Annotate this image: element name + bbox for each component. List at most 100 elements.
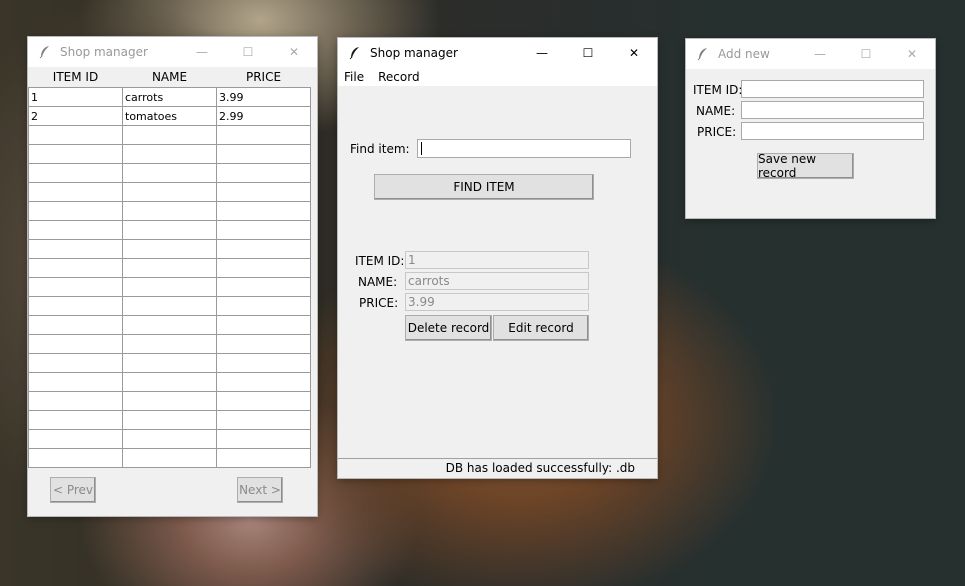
table-cell: 2 (28, 106, 123, 126)
minimize-icon[interactable]: — (519, 38, 565, 68)
column-header[interactable]: ITEM ID (28, 67, 123, 88)
column-header[interactable]: NAME (122, 67, 217, 88)
table-cell (122, 144, 217, 164)
table-window: Shop manager — ☐ ✕ ITEM ID NAME PRICE 1 car… (28, 37, 317, 516)
table-cell: tomatoes (122, 106, 217, 126)
close-icon[interactable]: ✕ (271, 37, 317, 67)
find-input[interactable] (417, 139, 631, 158)
table-cell (122, 315, 217, 335)
table-cell (122, 201, 217, 221)
table-cell (122, 277, 217, 297)
items-table[interactable]: ITEM ID NAME PRICE 1 carrots 3.99 2 tomatoes 2.… (28, 67, 311, 468)
price-label: PRICE: (697, 125, 737, 139)
find-item-button[interactable]: FIND ITEM (374, 174, 594, 200)
table-row[interactable] (28, 144, 311, 164)
price-input[interactable] (741, 122, 924, 140)
table-cell (122, 353, 217, 373)
table-row[interactable] (28, 201, 311, 221)
table-row[interactable] (28, 296, 311, 316)
column-header[interactable]: PRICE (216, 67, 311, 88)
table-row[interactable] (28, 258, 311, 278)
table-row[interactable] (28, 220, 311, 240)
table-row[interactable] (28, 429, 311, 449)
minimize-icon[interactable]: — (179, 37, 225, 67)
menu-record[interactable]: Record (378, 70, 419, 84)
table-row[interactable] (28, 277, 311, 297)
next-button[interactable]: Next > (237, 477, 283, 503)
table-cell (122, 372, 217, 392)
edit-record-button[interactable]: Edit record (493, 315, 589, 341)
table-cell (28, 220, 123, 240)
table-cell (28, 163, 123, 183)
table-row[interactable]: 2 tomatoes 2.99 (28, 106, 311, 126)
item-id-field[interactable]: 1 (405, 251, 589, 269)
prev-button[interactable]: < Prev (50, 477, 96, 503)
maximize-icon[interactable]: ☐ (843, 39, 889, 69)
table-cell (122, 391, 217, 411)
menu-bar: File Record (338, 68, 657, 86)
table-cell (216, 277, 311, 297)
table-cell (28, 182, 123, 202)
table-cell: carrots (122, 87, 217, 107)
table-row[interactable] (28, 182, 311, 202)
table-cell (216, 410, 311, 430)
save-new-record-button[interactable]: Save new record (757, 152, 854, 180)
title-bar[interactable]: Shop manager — ☐ ✕ (28, 37, 317, 67)
price-field[interactable]: 3.99 (405, 293, 589, 311)
table-row[interactable] (28, 125, 311, 145)
table-row[interactable] (28, 372, 311, 392)
table-cell (216, 391, 311, 411)
close-icon[interactable]: ✕ (889, 39, 935, 69)
title-bar[interactable]: Shop manager — ☐ ✕ (338, 38, 657, 68)
table-cell (28, 391, 123, 411)
name-label: NAME: (696, 104, 736, 118)
title-bar[interactable]: Add new — ☐ ✕ (686, 39, 935, 69)
minimize-icon[interactable]: — (797, 39, 843, 69)
item-id-label: ITEM ID: (355, 254, 405, 268)
text-caret (421, 142, 422, 155)
window-title: Add new (718, 47, 770, 61)
table-row[interactable] (28, 353, 311, 373)
table-row[interactable] (28, 334, 311, 354)
table-row[interactable]: 1 carrots 3.99 (28, 87, 311, 107)
table-cell (216, 353, 311, 373)
price-label: PRICE: (359, 296, 399, 310)
name-field[interactable]: carrots (405, 272, 589, 290)
name-input[interactable] (741, 101, 924, 119)
menu-file[interactable]: File (344, 70, 364, 84)
table-cell (216, 163, 311, 183)
table-row[interactable] (28, 410, 311, 430)
item-id-input[interactable] (741, 80, 924, 98)
delete-record-button[interactable]: Delete record (405, 315, 492, 341)
table-cell (28, 144, 123, 164)
table-cell (216, 334, 311, 354)
maximize-icon[interactable]: ☐ (565, 38, 611, 68)
table-cell (216, 448, 311, 468)
feather-icon (696, 47, 710, 61)
table-cell (28, 410, 123, 430)
table-cell (216, 429, 311, 449)
table-cell: 3.99 (216, 87, 311, 107)
table-row[interactable] (28, 163, 311, 183)
table-cell (122, 448, 217, 468)
table-cell (28, 448, 123, 468)
table-row[interactable] (28, 239, 311, 259)
table-cell (122, 220, 217, 240)
table-cell (28, 334, 123, 354)
window-title: Shop manager (370, 46, 458, 60)
table-row[interactable] (28, 391, 311, 411)
table-row[interactable] (28, 448, 311, 468)
table-cell (122, 163, 217, 183)
table-cell (216, 182, 311, 202)
feather-icon (38, 45, 52, 59)
table-cell (122, 334, 217, 354)
status-bar: DB has loaded successfully: .db (338, 458, 657, 478)
window-title: Shop manager (60, 45, 148, 59)
name-label: NAME: (358, 275, 398, 289)
close-icon[interactable]: ✕ (611, 38, 657, 68)
feather-icon (348, 46, 362, 60)
maximize-icon[interactable]: ☐ (225, 37, 271, 67)
table-cell (28, 201, 123, 221)
find-label: Find item: (350, 142, 410, 156)
table-row[interactable] (28, 315, 311, 335)
